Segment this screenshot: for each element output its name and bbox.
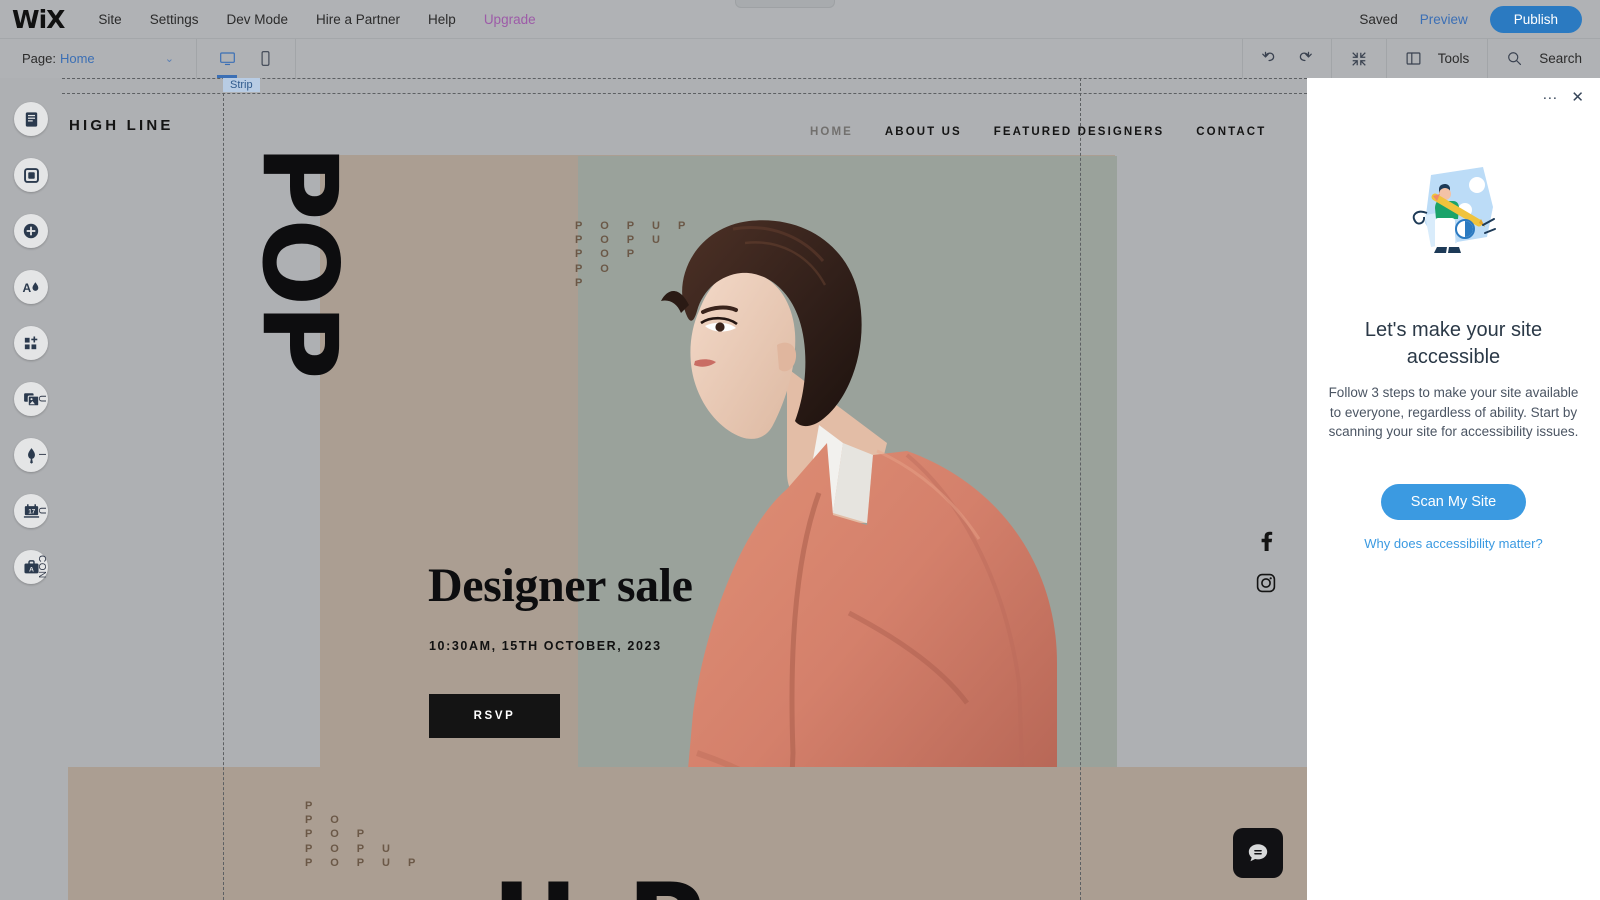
menu-item-help[interactable]: Help: [428, 12, 456, 27]
redo-icon: [1299, 51, 1312, 62]
save-status: Saved: [1359, 11, 1398, 27]
stair-text-bottom[interactable]: P P O P O P P O P U P O P U P: [305, 799, 423, 870]
guide-vertical-left: [223, 78, 224, 900]
guide-horizontal-top: [62, 93, 1307, 94]
svg-text:17: 17: [28, 508, 35, 515]
menu-item-upgrade[interactable]: Upgrade: [484, 12, 536, 27]
site-canvas[interactable]: Strip HIGH LINE HOME ABOUT US FEATURED D…: [62, 78, 1307, 900]
toolbar-right-group: Tools Search: [1241, 39, 1600, 78]
mobile-view-button[interactable]: [253, 39, 277, 78]
desktop-icon: [219, 52, 235, 66]
sidebar-item-menus-and-pages[interactable]: [14, 102, 48, 136]
chat-widget-button[interactable]: [1233, 828, 1283, 878]
panels-icon: [1406, 52, 1421, 65]
undo-icon: [1261, 51, 1274, 62]
pop-vertical-text[interactable]: POP: [239, 145, 359, 378]
instagram-glyph: [1256, 573, 1276, 593]
top-menu-bar: ⌃ WiX Site Settings Dev Mode Hire a Part…: [0, 0, 1600, 38]
site-preview[interactable]: HIGH LINE HOME ABOUT US FEATURED DESIGNE…: [62, 93, 1307, 900]
chevron-down-icon: ⌄: [164, 53, 174, 65]
panel-more-options-icon[interactable]: ···: [1542, 90, 1557, 105]
search-button[interactable]: Search: [1488, 39, 1600, 78]
sidebar-item-add-apps[interactable]: [14, 326, 48, 360]
close-icon[interactable]: ✕: [1571, 90, 1584, 105]
site-brand[interactable]: HIGH LINE: [69, 117, 174, 134]
nav-item-home[interactable]: HOME: [810, 126, 853, 138]
person-drawing-illustration: [1412, 167, 1496, 253]
page-title[interactable]: Designer sale: [428, 558, 693, 613]
zoom-out-button[interactable]: [1332, 39, 1386, 78]
accessibility-illustration: [1307, 163, 1600, 275]
guide-vertical-right: [1080, 78, 1081, 900]
chevron-up-icon: ⌃: [780, 0, 790, 7]
sidebar-item-my-media[interactable]: U: [14, 382, 48, 416]
blog-pen-icon: [27, 447, 35, 464]
publish-button[interactable]: Publish: [1489, 5, 1582, 33]
bookings-calendar-icon: 17: [23, 503, 39, 518]
chat-bubble-icon: [1248, 844, 1268, 862]
collapse-toolbar-tab[interactable]: ⌃: [735, 0, 835, 8]
device-switcher: [197, 39, 295, 78]
search-icon: [1508, 52, 1522, 66]
sidebar-item-background[interactable]: [14, 158, 48, 192]
add-apps-icon: [24, 335, 37, 349]
search-label: Search: [1539, 51, 1582, 66]
wix-editor: ⌃ WiX Site Settings Dev Mode Hire a Part…: [0, 0, 1600, 900]
undo-button[interactable]: [1261, 47, 1279, 70]
social-bar: [1256, 530, 1276, 598]
rsvp-button[interactable]: RSVP: [429, 694, 560, 738]
desktop-view-button[interactable]: [215, 39, 239, 78]
menu-item-site[interactable]: Site: [98, 12, 121, 27]
up-bottom-text[interactable]: U P: [492, 861, 711, 900]
instagram-icon[interactable]: [1256, 573, 1276, 598]
topbar-right-group: Saved Preview Publish: [1359, 5, 1582, 33]
event-datetime[interactable]: 10:30AM, 15TH OCTOBER, 2023: [429, 639, 662, 653]
stair-text-top[interactable]: P O P U P P O P U P O P P O P: [575, 219, 693, 290]
background-icon: [23, 167, 39, 183]
strip-label: Strip: [223, 78, 260, 92]
panel-title: Let's make your site accessible: [1364, 319, 1543, 368]
scan-my-site-button[interactable]: Scan My Site: [1380, 483, 1527, 520]
redo-button[interactable]: [1295, 47, 1313, 70]
toolbar-divider-2: [295, 39, 296, 78]
accessibility-panel: ··· ✕ Let's make your site accessible Fo…: [1307, 78, 1600, 900]
editor-toolbar: Page: Home ⌄ Tools Search: [0, 38, 1600, 78]
panel-header-actions: ··· ✕: [1307, 78, 1600, 105]
add-elements-icon: [23, 223, 39, 239]
why-accessibility-matters-link[interactable]: Why does accessibility matter?: [1307, 536, 1600, 551]
collapse-arrows-icon: [1351, 51, 1366, 66]
sidebar-item-bookings[interactable]: 17 U: [14, 494, 48, 528]
undo-redo-group: [1243, 39, 1331, 78]
menu-item-dev-mode[interactable]: Dev Mode: [226, 12, 288, 27]
nav-item-contact[interactable]: CONTACT: [1196, 126, 1266, 138]
nav-item-about-us[interactable]: ABOUT US: [885, 126, 962, 138]
sidebar-item-theme-manager[interactable]: A: [14, 270, 48, 304]
panel-description: Follow 3 steps to make your site availab…: [1328, 385, 1579, 440]
my-media-icon: [23, 392, 39, 406]
site-nav: HOME ABOUT US FEATURED DESIGNERS CONTACT: [810, 126, 1266, 138]
svg-text:A: A: [23, 281, 32, 295]
facebook-glyph: [1261, 531, 1273, 551]
tools-label: Tools: [1437, 51, 1470, 66]
left-tool-rail: A U I 17 U A CON: [0, 78, 62, 900]
page-selector-value: Home: [59, 51, 95, 66]
sidebar-item-my-business[interactable]: A CON: [14, 550, 48, 584]
tools-button[interactable]: Tools: [1387, 39, 1488, 78]
theme-manager-icon: A: [23, 281, 39, 295]
svg-text:A: A: [29, 566, 34, 573]
page-selector[interactable]: Page: Home ⌄: [0, 39, 196, 78]
mobile-icon: [261, 51, 269, 66]
sidebar-item-add-elements[interactable]: [14, 214, 48, 248]
menu-item-hire-a-partner[interactable]: Hire a Partner: [316, 12, 400, 27]
menu-item-settings[interactable]: Settings: [150, 12, 199, 27]
page-selector-label: Page:: [22, 51, 56, 66]
preview-button[interactable]: Preview: [1420, 12, 1468, 27]
my-business-icon: A: [23, 559, 39, 573]
wix-logo[interactable]: WiX: [12, 5, 65, 34]
facebook-icon[interactable]: [1256, 530, 1276, 557]
sidebar-item-blog[interactable]: I: [14, 438, 48, 472]
menus-and-pages-icon: [25, 111, 37, 127]
